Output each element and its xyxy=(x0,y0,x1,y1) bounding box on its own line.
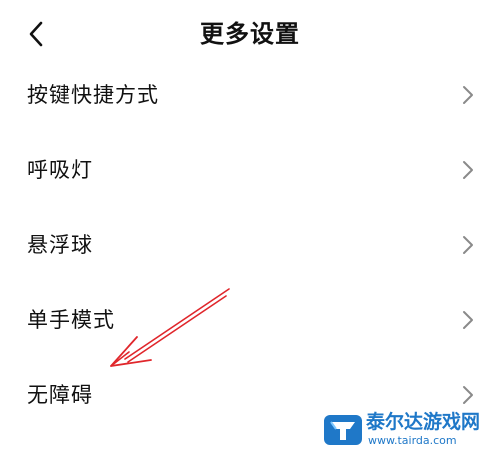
menu-item-floating-ball[interactable]: 悬浮球 xyxy=(0,208,500,283)
chevron-right-icon xyxy=(463,386,473,404)
menu-item-one-handed-mode[interactable]: 单手模式 xyxy=(0,283,500,358)
chevron-right-icon xyxy=(463,161,473,179)
menu-item-label: 单手模式 xyxy=(27,308,115,332)
site-logo-icon xyxy=(324,415,362,445)
chevron-right-icon xyxy=(463,311,473,329)
menu-item-label: 按键快捷方式 xyxy=(27,83,159,107)
watermark: 泰尔达游戏网 www.tairda.com xyxy=(322,409,492,451)
watermark-name: 泰尔达游戏网 xyxy=(366,411,481,433)
page-title: 更多设置 xyxy=(200,20,300,48)
menu-item-label: 无障碍 xyxy=(27,383,93,407)
chevron-right-icon xyxy=(463,236,473,254)
watermark-url: www.tairda.com xyxy=(368,434,457,447)
menu-item-button-shortcuts[interactable]: 按键快捷方式 xyxy=(0,58,500,133)
menu-item-label: 呼吸灯 xyxy=(27,158,93,182)
top-bar: 更多设置 xyxy=(0,0,500,66)
chevron-right-icon xyxy=(463,86,473,104)
settings-list: 按键快捷方式 呼吸灯 悬浮球 单手模式 无障碍 xyxy=(0,58,500,433)
menu-item-label: 悬浮球 xyxy=(27,233,93,257)
menu-item-breathing-light[interactable]: 呼吸灯 xyxy=(0,133,500,208)
